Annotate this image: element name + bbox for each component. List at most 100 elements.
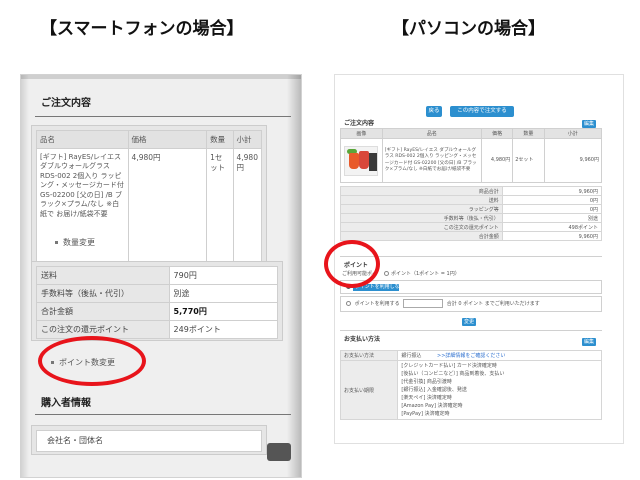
table-row: お支払い期限 [クレジットカード払い] カード決済確定時 [後払い（コンビニなど… bbox=[339, 360, 602, 420]
sp-buyer-form: 会社名・団体名 bbox=[31, 425, 267, 455]
pc-payment-method: 銀行振込 bbox=[401, 353, 422, 359]
divider bbox=[340, 330, 602, 331]
point-amount-input[interactable] bbox=[403, 299, 444, 308]
phone-right-shadow bbox=[287, 75, 301, 477]
table-row: 手数料等（後払・代引） 別途 bbox=[340, 213, 603, 223]
pc-order-section-title: ご注文内容 bbox=[344, 120, 375, 127]
table-row: 合計金額 5,770円 bbox=[36, 302, 279, 321]
sp-qty-change-link[interactable]: 数量変更 bbox=[55, 237, 95, 248]
pc-payment-deadline-line: [楽天ペイ] 決済確定時 bbox=[401, 395, 452, 401]
sp-col-subtotal: 小計 bbox=[232, 130, 262, 149]
sp-order-section-title: ご注文内容 bbox=[35, 91, 291, 117]
point-option-note: 合計 0 ポイント までご利用いただけます bbox=[446, 301, 540, 307]
pc-cart-item-price: 4,980円 bbox=[480, 138, 514, 183]
table-row: 手数料等（後払・代引） 別途 bbox=[36, 284, 279, 303]
pc-available-points-value: ポイント（1ポイント = 1円） bbox=[384, 270, 460, 277]
pc-summary-label: ラッピング等 bbox=[340, 204, 503, 214]
point-option-none[interactable]: ポイントを利用しない bbox=[340, 280, 602, 294]
sp-summary-value: 別途 bbox=[168, 284, 279, 303]
divider bbox=[340, 256, 602, 257]
pc-col-subtotal: 小計 bbox=[543, 128, 603, 139]
pc-summary-table: 商品合計 9,960円 送料 0円 ラッピング等 0円 手数料等（後払・代引） 別途 こ… bbox=[340, 186, 603, 241]
sp-scroll-top-button[interactable] bbox=[267, 443, 291, 461]
payment-details-link[interactable]: >>詳細情報をご確認ください bbox=[437, 353, 505, 359]
pc-col-name: 品名 bbox=[381, 128, 482, 139]
sp-cart-table: 品名 価格 数量 小計 [ギフト] RayES/レイエス ダブルウォールグラス … bbox=[36, 130, 262, 281]
table-row: 商品合計 9,960円 bbox=[340, 186, 603, 196]
sp-col-price: 価格 bbox=[127, 130, 208, 149]
highlight-circle-point-change bbox=[38, 336, 146, 386]
pc-payment-label: お支払い期限 bbox=[339, 360, 399, 420]
sp-summary-value: 249ポイント bbox=[168, 320, 279, 339]
point-option-use[interactable]: ポイントを利用する 合計 0 ポイント までご利用いただけます bbox=[340, 296, 602, 312]
sp-col-name: 品名 bbox=[36, 130, 129, 149]
edit-payment-button[interactable]: 編集 bbox=[582, 338, 596, 346]
sp-summary-label: 送料 bbox=[36, 266, 170, 285]
pc-summary-label: 合計金額 bbox=[340, 231, 503, 241]
pc-payment-deadline-line: [PayPay] 決済確定時 bbox=[401, 411, 450, 417]
back-button[interactable]: 戻る bbox=[426, 106, 442, 117]
sp-summary-value: 790円 bbox=[168, 266, 279, 285]
pc-summary-value: 0円 bbox=[501, 195, 603, 205]
smartphone-screenshot: ご注文内容 品名 価格 数量 小計 [ギフト] RayES/レイエス ダブルウォ… bbox=[20, 74, 302, 478]
pc-cart-item-image-cell bbox=[340, 138, 383, 183]
table-row: ラッピング等 0円 bbox=[340, 204, 603, 214]
highlight-circle-point-section bbox=[324, 240, 380, 288]
pc-heading: 【パソコンの場合】 bbox=[392, 19, 545, 39]
pc-col-qty: 数量 bbox=[512, 128, 545, 139]
pc-payment-deadline-line: [クレジットカード払い] カード決済確定時 bbox=[401, 363, 497, 369]
pc-summary-label: この注文の還元ポイント bbox=[340, 222, 503, 232]
product-box-shape bbox=[369, 152, 378, 171]
pc-cart-item-qty: 2セット bbox=[512, 138, 545, 183]
product-image[interactable] bbox=[344, 145, 379, 176]
pc-payment-deadline-line: [Amazon Pay] 決済確定時 bbox=[401, 403, 463, 409]
point-change-button[interactable]: 変更 bbox=[462, 318, 476, 326]
sp-qty-change-label: 数量変更 bbox=[63, 238, 95, 247]
sp-summary-container: 送料 790円 手数料等（後払・代引） 別途 合計金額 5,770円 この注文の… bbox=[31, 261, 283, 341]
table-row: この注文の還元ポイント 498ポイント bbox=[340, 222, 603, 232]
table-row: 合計金額 9,960円 bbox=[340, 231, 603, 241]
sp-summary-label: 合計金額 bbox=[36, 302, 170, 321]
table-row: お支払い方法 銀行振込 >>詳細情報をご確認ください bbox=[339, 350, 602, 361]
pc-summary-value: 別途 bbox=[501, 213, 603, 223]
sp-col-qty: 数量 bbox=[206, 130, 234, 149]
pc-summary-value: 498ポイント bbox=[501, 222, 603, 232]
smartphone-heading: 【スマートフォンの場合】 bbox=[40, 19, 244, 39]
sp-summary-total-value: 5,770円 bbox=[168, 302, 279, 321]
pc-payment-table: お支払い方法 銀行振込 >>詳細情報をご確認ください お支払い期限 [クレジット… bbox=[339, 350, 602, 420]
sp-summary-label: 手数料等（後払・代引） bbox=[36, 284, 170, 303]
product-glass-shape bbox=[349, 152, 360, 169]
pc-payment-deadline-line: [後払い（コンビニなど）] 商品到着後、支払い bbox=[401, 371, 505, 377]
pc-payment-deadline-cell: [クレジットカード払い] カード決済確定時 [後払い（コンビニなど）] 商品到着… bbox=[397, 360, 602, 420]
pc-summary-label: 手数料等（後払・代引） bbox=[340, 213, 503, 223]
phone-left-shadow bbox=[21, 75, 29, 477]
table-row: 送料 790円 bbox=[36, 266, 279, 285]
phone-top-edge bbox=[21, 75, 301, 79]
pc-available-points-text: ポイント（1ポイント = 1円） bbox=[391, 271, 460, 277]
point-icon bbox=[384, 271, 389, 276]
pc-col-price: 価格 bbox=[480, 128, 514, 139]
pc-cart-table: 画像 品名 価格 数量 小計 [ギフト] RayES/レイエス ダブルウォールグ… bbox=[340, 128, 603, 183]
pc-payment-deadline-line: [銀行振込] 入金確認後、発送 bbox=[401, 387, 467, 393]
radio-icon[interactable] bbox=[346, 301, 351, 306]
place-order-button[interactable]: この内容で注文する bbox=[450, 106, 514, 117]
edit-cart-button[interactable]: 編集 bbox=[582, 120, 596, 128]
sp-buyer-section-title: 購入者情報 bbox=[35, 393, 291, 415]
table-row: 送料 0円 bbox=[340, 195, 603, 205]
pc-summary-value: 9,960円 bbox=[501, 186, 603, 196]
pc-payment-label: お支払い方法 bbox=[339, 350, 399, 361]
pc-summary-label: 商品合計 bbox=[340, 186, 503, 196]
product-glass-shape bbox=[359, 150, 370, 169]
pc-summary-label: 送料 bbox=[340, 195, 503, 205]
pc-payment-deadline-line: [代金引換] 商品引渡時 bbox=[401, 379, 452, 385]
pc-payment-section-title: お支払い方法 bbox=[344, 336, 381, 343]
sp-company-field-label: 会社名・団体名 bbox=[36, 430, 262, 452]
sp-summary-table: 送料 790円 手数料等（後払・代引） 別途 合計金額 5,770円 この注文の… bbox=[36, 266, 279, 339]
pc-cart-item-name: [ギフト] RayES/レイエス ダブルウォールグラス RDS-002 2個入り… bbox=[381, 138, 482, 183]
pc-payment-method-cell: 銀行振込 >>詳細情報をご確認ください bbox=[397, 350, 602, 361]
bullet-icon bbox=[55, 241, 58, 244]
pc-cart-item-subtotal: 9,960円 bbox=[543, 138, 603, 183]
pc-summary-value: 9,960円 bbox=[501, 231, 603, 241]
pc-col-image: 画像 bbox=[340, 128, 383, 139]
sp-cart-header-row: 品名 価格 数量 小計 bbox=[36, 130, 262, 149]
